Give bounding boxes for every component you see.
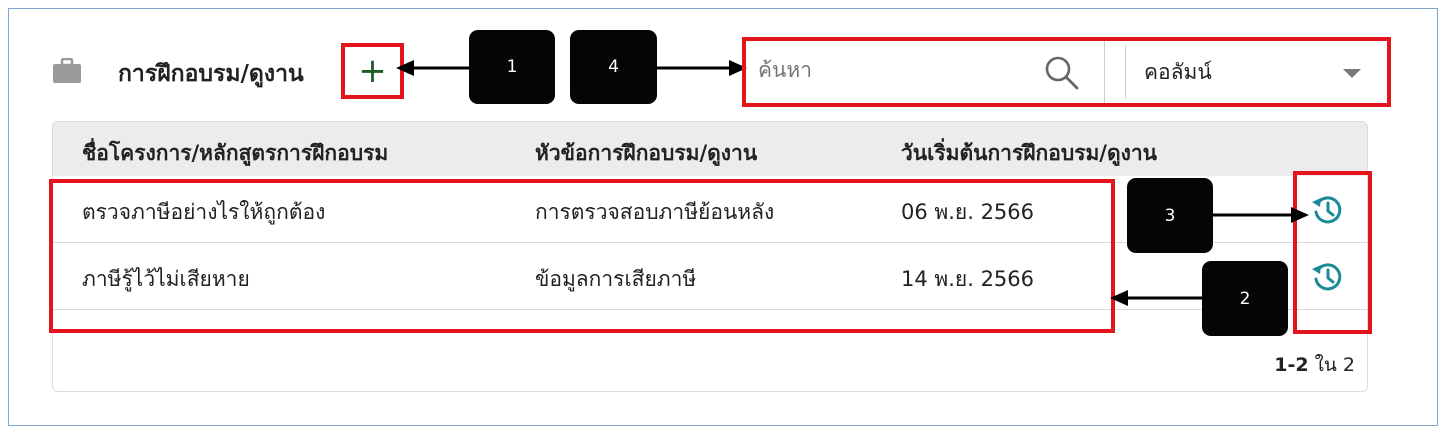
header-start-date: วันเริ่มต้นการฝึกอบรม/ดูงาน: [901, 141, 1158, 165]
annotation-box-rows: [49, 179, 1115, 333]
annotation-box-history: [1293, 171, 1372, 334]
header-course: ชื่อโครงการ/หลักสูตรการฝึกอบรม: [82, 141, 389, 165]
annotation-arrow-4: [657, 60, 747, 76]
header-topic: หัวข้อการฝึกอบรม/ดูงาน: [535, 141, 758, 165]
callout-3: 3: [1127, 178, 1213, 253]
section-title: การฝึกอบรม/ดูงาน: [118, 61, 304, 87]
annotation-box-search: [742, 37, 1391, 107]
table-header: ชื่อโครงการ/หลักสูตรการฝึกอบรม หัวข้อการ…: [53, 122, 1367, 176]
annotation-arrow-2: [1110, 290, 1204, 306]
briefcase-icon: [53, 58, 81, 83]
callout-1: 1: [469, 30, 555, 104]
pagination-range: 1-2: [1274, 354, 1309, 376]
pagination-total: 2: [1342, 354, 1355, 376]
callout-4: 4: [570, 30, 657, 104]
annotation-arrow-1: [396, 60, 472, 76]
pagination-status: 1-2 ใน 2: [1274, 350, 1355, 380]
pagination-of-label: ใน: [1308, 354, 1343, 376]
annotation-arrow-3: [1213, 207, 1309, 223]
callout-2: 2: [1202, 261, 1288, 336]
